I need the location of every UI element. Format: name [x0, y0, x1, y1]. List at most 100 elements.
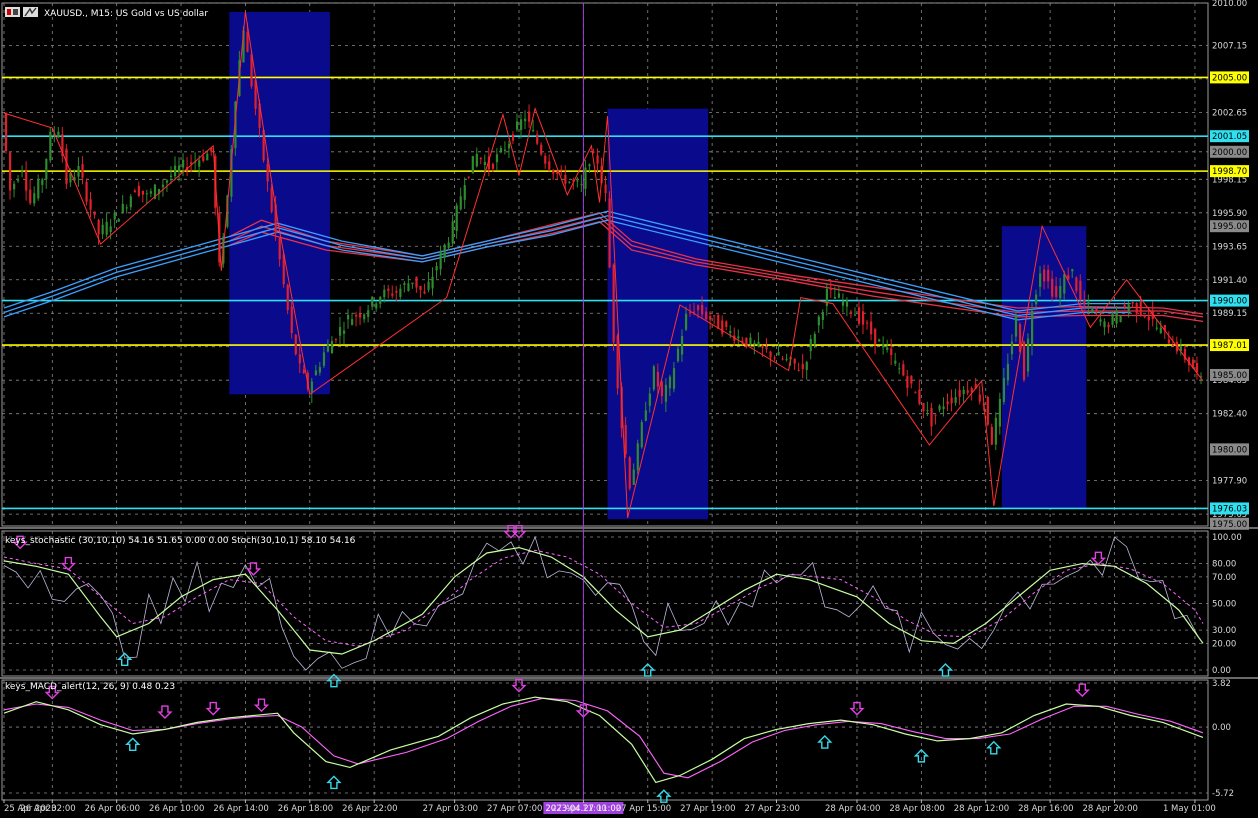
candle-body-287: [1159, 327, 1162, 334]
candle-body-270: [1091, 309, 1094, 313]
candle-body-95: [387, 288, 390, 291]
candle-body-272: [1099, 319, 1102, 322]
candle-body-215: [870, 321, 873, 335]
chart-canvas[interactable]: 2023.04.27 11:00 2010.002007.152004.9020…: [0, 0, 1258, 818]
candle-body-158: [640, 422, 643, 448]
candle-body-172: [697, 305, 700, 311]
x-tick-label-9: 27 Apr 11:00: [551, 804, 606, 814]
candle-body-154: [624, 424, 627, 455]
candle-body-209: [845, 299, 849, 307]
x-tick-label-16: 28 Apr 16:00: [1018, 804, 1073, 814]
round-tag-1: 1995.00: [1212, 222, 1247, 232]
candle-body-261: [1055, 286, 1058, 297]
price-tick-6: 1995.90: [1212, 209, 1247, 219]
candle-body-94: [383, 289, 386, 298]
candle-body-113: [459, 196, 462, 210]
x-tick-label-18: 1 May 01:00: [1163, 804, 1216, 814]
candle-body-296: [1195, 363, 1199, 373]
candle-body-223: [902, 364, 905, 376]
candle-body-177: [717, 315, 720, 329]
candle-body-255: [1030, 310, 1034, 346]
candle-body-80: [326, 344, 330, 352]
x-tick-label-13: 28 Apr 04:00: [825, 804, 880, 814]
candle-body-44: [182, 159, 185, 168]
candle-body-119: [483, 161, 486, 166]
candle-body-34: [141, 190, 144, 195]
candle-body-258: [1043, 269, 1046, 282]
candle-body-192: [777, 352, 780, 356]
candle-body-111: [451, 221, 454, 244]
candle-body-30: [125, 207, 128, 209]
candle-body-253: [1022, 341, 1026, 380]
x-tick-label-8: 27 Apr 07:00: [487, 804, 542, 814]
candle-body-79: [322, 352, 326, 366]
x-tick-label-17: 28 Apr 20:00: [1082, 804, 1137, 814]
candle-body-251: [1014, 314, 1018, 337]
candle-body-89: [363, 314, 366, 320]
x-tick-label-6: 26 Apr 22:00: [342, 804, 397, 814]
price-tick-13: 1977.90: [1212, 477, 1247, 487]
candle-body-123: [499, 148, 503, 152]
candle-body-151: [612, 264, 615, 343]
candle-body-31: [129, 196, 132, 208]
price-tick-1: 2007.15: [1212, 41, 1247, 51]
candle-body-112: [455, 205, 458, 232]
candle-body-174: [705, 311, 708, 320]
candle-body-166: [672, 368, 676, 389]
candle-body-198: [801, 363, 804, 370]
window-icon-right: [13, 9, 18, 15]
candle-body-274: [1107, 324, 1110, 328]
candle-body-104: [423, 291, 426, 294]
candle-body-230: [930, 407, 933, 427]
x-tick-label-2: 26 Apr 06:00: [85, 804, 140, 814]
candle-body-1: [9, 152, 12, 191]
candle-body-268: [1083, 300, 1086, 305]
candle-body-81: [330, 340, 334, 354]
x-tick-label-11: 27 Apr 19:00: [680, 804, 735, 814]
candle-body-257: [1039, 273, 1042, 287]
candle-body-254: [1026, 338, 1030, 372]
candle-body-143: [580, 184, 583, 186]
stoch-tick-6: 0.00: [1212, 666, 1231, 676]
candle-body-39: [161, 184, 165, 188]
candle-body-221: [894, 360, 897, 364]
candle-body-97: [395, 290, 398, 293]
candle-body-206: [833, 296, 837, 299]
candle-body-216: [874, 328, 877, 345]
candle-body-248: [1002, 378, 1006, 402]
candle-body-197: [797, 369, 800, 371]
candle-body-171: [693, 311, 696, 313]
stoch-tick-3: 50.00: [1212, 600, 1236, 610]
stoch-tick-2: 70.00: [1212, 573, 1236, 583]
candle-body-290: [1171, 345, 1175, 347]
candle-body-33: [137, 185, 140, 197]
candle-body-203: [821, 311, 824, 320]
macd-label: keys_MACD_alert(12, 26, 9) 0.48 0.23: [5, 682, 175, 692]
candle-body-249: [1006, 363, 1010, 381]
x-tick-label-1: 26 Apr 02:00: [20, 804, 75, 814]
candle-body-122: [495, 154, 499, 163]
price-tick-7: 1993.65: [1212, 242, 1247, 252]
candle-body-134: [544, 155, 547, 164]
candle-body-21: [89, 199, 92, 210]
candle-body-117: [475, 153, 478, 167]
candle-body-136: [552, 169, 555, 174]
candle-body-186: [753, 342, 756, 345]
candle-body-23: [97, 219, 100, 235]
stoch-tick-1: 80.00: [1212, 560, 1236, 570]
candle-body-109: [443, 244, 446, 258]
candle-body-250: [1010, 341, 1014, 355]
candle-body-114: [463, 185, 466, 200]
candle-body-199: [805, 361, 808, 370]
x-tick-label-7: 27 Apr 03:00: [423, 804, 478, 814]
candle-body-103: [419, 285, 422, 290]
candle-body-219: [886, 347, 889, 350]
stoch-tick-5: 20.00: [1212, 639, 1236, 649]
candle-body-281: [1135, 302, 1138, 314]
candle-body-273: [1103, 321, 1106, 328]
candle-body-161: [652, 366, 655, 390]
candle-body-217: [878, 339, 881, 342]
candle-body-124: [503, 149, 507, 151]
candle-body-27: [113, 212, 116, 220]
candle-body-13: [57, 131, 60, 138]
